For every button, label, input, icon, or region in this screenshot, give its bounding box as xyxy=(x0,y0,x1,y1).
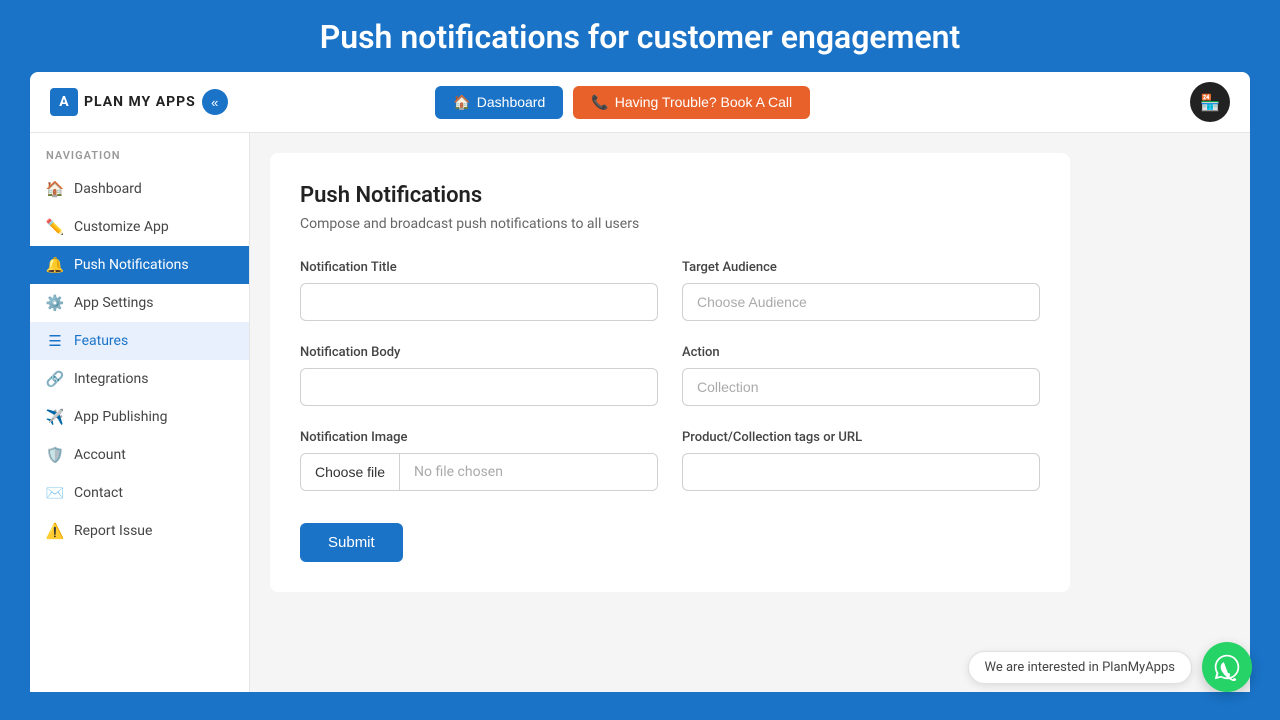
target-audience-label: Target Audience xyxy=(682,260,1040,275)
warning-icon: ⚠️ xyxy=(46,522,64,540)
notification-title-input[interactable] xyxy=(300,283,658,321)
choose-file-button[interactable]: Choose file xyxy=(301,454,400,490)
sidebar-item-integrations[interactable]: 🔗 Integrations xyxy=(30,360,249,398)
sidebar-item-push-notifications[interactable]: 🔔 Push Notifications xyxy=(30,246,249,284)
sidebar-item-report-issue[interactable]: ⚠️ Report Issue xyxy=(30,512,249,550)
file-name-display: No file chosen xyxy=(400,454,657,490)
list-icon: ☰ xyxy=(46,332,64,350)
book-call-button[interactable]: 📞 Having Trouble? Book A Call xyxy=(573,86,810,119)
notification-body-label: Notification Body xyxy=(300,345,658,360)
sidebar: NAVIGATION 🏠 Dashboard ✏️ Customize App … xyxy=(30,133,250,692)
product-collection-label: Product/Collection tags or URL xyxy=(682,430,1040,445)
home-icon: 🏠 xyxy=(46,180,64,198)
file-input-group: Choose file No file chosen xyxy=(300,453,658,491)
notification-title-group: Notification Title xyxy=(300,260,658,321)
notification-image-label: Notification Image xyxy=(300,430,658,445)
sidebar-item-app-settings[interactable]: ⚙️ App Settings xyxy=(30,284,249,322)
sidebar-item-app-publishing[interactable]: ✈️ App Publishing xyxy=(30,398,249,436)
whatsapp-widget: We are interested in PlanMyApps xyxy=(968,642,1252,692)
logo-text: PLAN MY APPS xyxy=(84,94,196,110)
top-banner: Push notifications for customer engageme… xyxy=(0,0,1280,72)
card-subtitle: Compose and broadcast push notifications… xyxy=(300,216,1040,232)
form-row-3: Notification Image Choose file No file c… xyxy=(300,430,1040,491)
header-nav-buttons: 🏠 Dashboard 📞 Having Trouble? Book A Cal… xyxy=(435,86,1174,119)
phone-icon: 📞 xyxy=(591,94,608,111)
sidebar-item-label: Contact xyxy=(74,485,123,501)
whatsapp-button[interactable] xyxy=(1202,642,1252,692)
push-notifications-card: Push Notifications Compose and broadcast… xyxy=(270,153,1070,592)
sidebar-item-label: Report Issue xyxy=(74,523,152,539)
sidebar-item-features[interactable]: ☰ Features xyxy=(30,322,249,360)
integrations-icon: 🔗 xyxy=(46,370,64,388)
sidebar-item-account[interactable]: 🛡️ Account xyxy=(30,436,249,474)
sidebar-item-customize-app[interactable]: ✏️ Customize App xyxy=(30,208,249,246)
nav-label: NAVIGATION xyxy=(30,149,249,170)
action-label: Action xyxy=(682,345,1040,360)
sidebar-item-dashboard[interactable]: 🏠 Dashboard xyxy=(30,170,249,208)
notification-body-group: Notification Body xyxy=(300,345,658,406)
publish-icon: ✈️ xyxy=(46,408,64,426)
sidebar-item-label: Push Notifications xyxy=(74,257,189,273)
sidebar-item-contact[interactable]: ✉️ Contact xyxy=(30,474,249,512)
sidebar-item-label: Dashboard xyxy=(74,181,142,197)
target-audience-input[interactable] xyxy=(682,283,1040,321)
product-collection-input[interactable] xyxy=(682,453,1040,491)
gear-icon: ⚙️ xyxy=(46,294,64,312)
product-collection-group: Product/Collection tags or URL xyxy=(682,430,1040,491)
collapse-sidebar-button[interactable]: « xyxy=(202,89,228,115)
whatsapp-tooltip: We are interested in PlanMyApps xyxy=(968,651,1192,684)
action-group: Action xyxy=(682,345,1040,406)
banner-title: Push notifications for customer engageme… xyxy=(0,18,1280,56)
form-row-1: Notification Title Target Audience xyxy=(300,260,1040,321)
logo-icon: A xyxy=(50,88,78,116)
user-avatar[interactable]: 🏪 xyxy=(1190,82,1230,122)
shield-icon: 🛡️ xyxy=(46,446,64,464)
sidebar-item-label: App Settings xyxy=(74,295,153,311)
bell-icon: 🔔 xyxy=(46,256,64,274)
home-icon: 🏠 xyxy=(453,94,470,111)
app-header: A PLAN MY APPS « 🏠 Dashboard 📞 Having Tr… xyxy=(30,72,1250,133)
notification-body-input[interactable] xyxy=(300,368,658,406)
sidebar-item-label: Account xyxy=(74,447,126,463)
action-input[interactable] xyxy=(682,368,1040,406)
sidebar-item-label: Integrations xyxy=(74,371,148,387)
main-content: Push Notifications Compose and broadcast… xyxy=(250,133,1250,692)
mail-icon: ✉️ xyxy=(46,484,64,502)
pencil-icon: ✏️ xyxy=(46,218,64,236)
dashboard-button[interactable]: 🏠 Dashboard xyxy=(435,86,563,119)
sidebar-item-label: App Publishing xyxy=(74,409,167,425)
app-shell: A PLAN MY APPS « 🏠 Dashboard 📞 Having Tr… xyxy=(30,72,1250,692)
sidebar-item-label: Customize App xyxy=(74,219,169,235)
logo-area: A PLAN MY APPS « xyxy=(50,88,419,116)
notification-image-group: Notification Image Choose file No file c… xyxy=(300,430,658,491)
submit-button[interactable]: Submit xyxy=(300,523,403,562)
sidebar-item-label: Features xyxy=(74,333,128,349)
form-row-2: Notification Body Action xyxy=(300,345,1040,406)
target-audience-group: Target Audience xyxy=(682,260,1040,321)
notification-title-label: Notification Title xyxy=(300,260,658,275)
app-body: NAVIGATION 🏠 Dashboard ✏️ Customize App … xyxy=(30,133,1250,692)
card-title: Push Notifications xyxy=(300,183,1040,208)
